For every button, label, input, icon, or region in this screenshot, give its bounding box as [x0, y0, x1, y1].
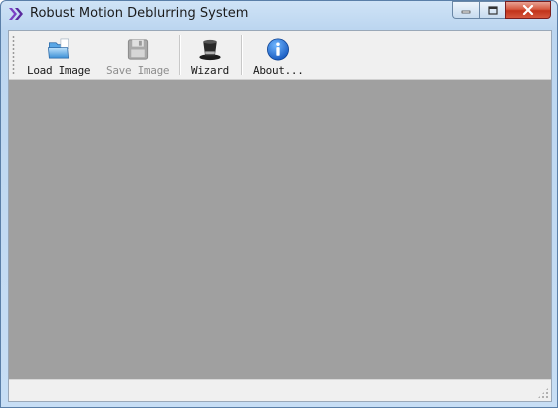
about-button[interactable]: About...	[253, 33, 304, 77]
load-image-label: Load Image	[27, 64, 91, 77]
application-window: Robust Motion Deblurring System Load Ima…	[0, 0, 558, 408]
magic-hat-icon	[199, 39, 221, 61]
floppy-disk-icon	[127, 39, 148, 60]
info-icon	[267, 38, 290, 61]
about-label: About...	[253, 64, 304, 77]
close-icon	[522, 5, 534, 15]
open-folder-icon	[47, 38, 69, 59]
load-image-button[interactable]: Load Image	[27, 33, 91, 77]
wizard-button[interactable]: Wizard	[191, 33, 229, 77]
window-title: Robust Motion Deblurring System	[30, 6, 249, 21]
window-controls	[452, 1, 551, 21]
title-bar[interactable]: Robust Motion Deblurring System	[1, 1, 557, 29]
close-button[interactable]	[505, 1, 551, 19]
toolbar-grip[interactable]	[12, 35, 15, 75]
toolbar-separator	[241, 35, 243, 75]
image-canvas[interactable]	[9, 80, 551, 380]
resize-grip[interactable]	[537, 387, 549, 399]
minimize-button[interactable]	[452, 1, 479, 19]
maximize-icon	[487, 5, 498, 15]
toolbar: Load Image Save Image Wizard About...	[9, 31, 551, 80]
maximize-button[interactable]	[479, 1, 505, 19]
wizard-label: Wizard	[191, 64, 229, 77]
app-icon[interactable]	[8, 7, 24, 21]
status-bar	[9, 379, 551, 401]
save-image-label: Save Image	[106, 64, 170, 77]
save-image-button[interactable]: Save Image	[106, 33, 170, 77]
toolbar-separator	[179, 35, 181, 75]
minimize-icon	[461, 10, 471, 14]
client-area: Load Image Save Image Wizard About...	[8, 30, 552, 402]
